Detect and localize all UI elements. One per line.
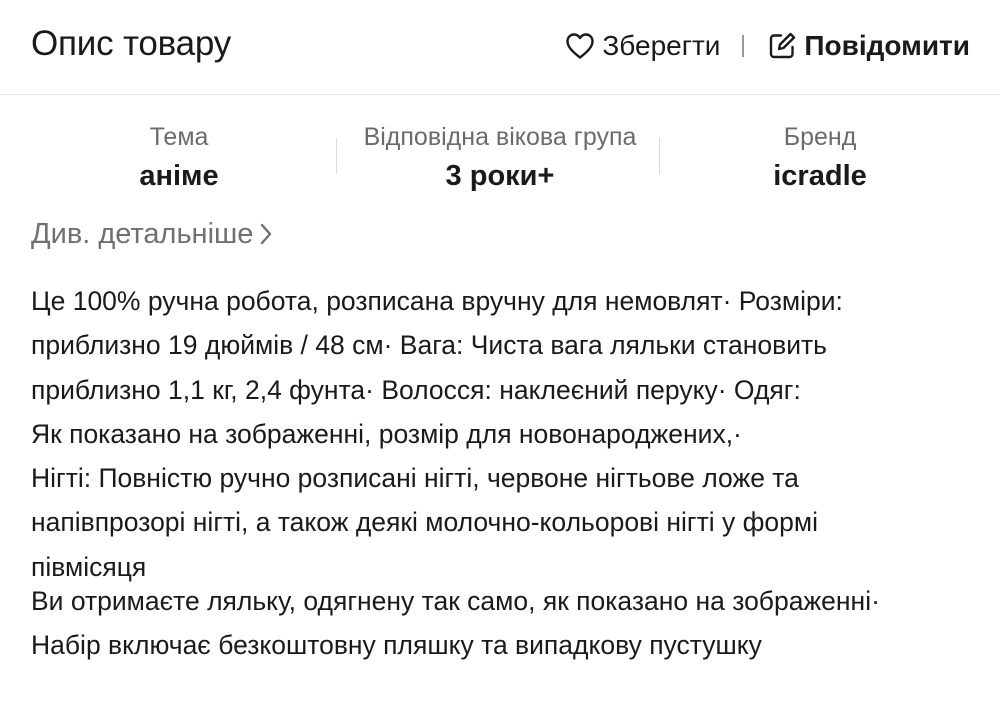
heart-outline-icon bbox=[565, 32, 595, 60]
save-label: Зберегти bbox=[602, 30, 721, 61]
header-actions: Зберегти Повідомити bbox=[565, 28, 970, 64]
attributes-row: Тема аніме Відповідна вікова група 3 рок… bbox=[0, 118, 1000, 198]
report-button[interactable]: Повідомити bbox=[768, 28, 970, 64]
save-button[interactable]: Зберегти bbox=[565, 28, 720, 64]
attribute-label: Бренд bbox=[783, 123, 857, 151]
description-paragraph: Це 100% ручна робота, розписана вручну д… bbox=[31, 286, 843, 582]
attribute-value: аніме bbox=[139, 160, 219, 192]
see-details-link[interactable]: Див. детальніше bbox=[31, 214, 273, 254]
page-title: Опис товару bbox=[31, 24, 232, 63]
attribute-value: icradle bbox=[773, 160, 867, 192]
attribute-theme: Тема аніме bbox=[19, 118, 339, 196]
attribute-value: 3 роки+ bbox=[445, 160, 555, 192]
attribute-divider bbox=[336, 138, 337, 174]
report-label: Повідомити bbox=[804, 30, 970, 61]
chevron-right-icon bbox=[259, 222, 273, 246]
see-details-label: Див. детальніше bbox=[31, 218, 254, 250]
attribute-brand: Бренд icradle bbox=[660, 118, 980, 196]
attribute-label: Відповідна вікова група bbox=[363, 123, 637, 151]
header: Опис товару Зберегти Повідомити bbox=[0, 0, 1000, 95]
actions-divider bbox=[742, 35, 745, 57]
description-paragraph: Ви отримаєте ляльку, одягнену так само, … bbox=[31, 586, 880, 661]
edit-square-icon bbox=[768, 32, 796, 60]
attribute-label: Тема bbox=[149, 123, 209, 151]
product-description: Це 100% ручна робота, розписана вручну д… bbox=[31, 279, 981, 668]
attribute-age-group: Відповідна вікова група 3 роки+ bbox=[340, 118, 660, 196]
